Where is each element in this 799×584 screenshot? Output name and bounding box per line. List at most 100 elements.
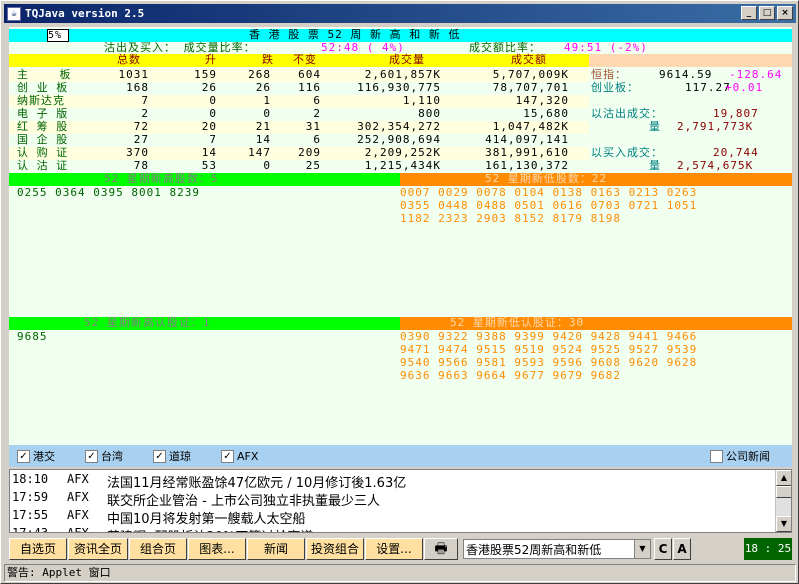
checkbox-box[interactable]: ✓ <box>221 449 234 463</box>
checkbox-box[interactable]: ✓ <box>85 449 98 463</box>
print-icon[interactable]: 🖶 <box>424 538 458 560</box>
news-scrollbar[interactable]: ▲ ▼ <box>775 470 791 532</box>
stats-row-name: 主 板 <box>17 68 72 81</box>
stats-row-name: 电 子 版 <box>17 107 69 120</box>
stats-cell-vol: 2,601,857K <box>364 68 441 81</box>
stats-cell-up: 26 <box>201 81 217 94</box>
a-button[interactable]: A <box>673 538 691 560</box>
clock: 18 : 25 <box>744 538 792 560</box>
toolbar-button-0[interactable]: 自选页 <box>9 538 67 560</box>
stats-cell-total: 7 <box>141 94 149 107</box>
stats-cell-amt: 15,680 <box>523 107 569 120</box>
minimize-button[interactable]: _ <box>741 6 757 20</box>
sell-vol-label: 量 <box>649 120 661 133</box>
news-headline: 联交所企业管治 - 上市公司独立非执董最少三人 <box>107 494 380 509</box>
toolbar-button-4[interactable]: 新闻 <box>247 538 305 560</box>
news-headline: 英建辉: 配股折让20%不算过於离谱 <box>107 526 313 532</box>
stats-cell-amt: 414,097,141 <box>485 133 569 146</box>
stats-cell-total: 370 <box>126 146 149 159</box>
stats-cell-down: 1 <box>263 94 271 107</box>
index-header-band <box>589 54 792 67</box>
scroll-up-icon[interactable]: ▲ <box>776 470 791 486</box>
page-select[interactable]: 香港股票52周新高和新低 ▼ <box>463 539 651 559</box>
hsi-value: 9614.59 <box>659 68 713 81</box>
code-line: 9636 9663 9664 9677 9679 9682 <box>400 369 622 382</box>
stats-cell-up: 0 <box>209 94 217 107</box>
code-line: 0355 0448 0488 0501 0616 0703 0721 1051 <box>400 199 698 212</box>
java-app-icon: ☕ <box>7 6 21 21</box>
chevron-down-icon[interactable]: ▼ <box>634 540 650 558</box>
news-item[interactable]: 17:59 AFX 联交所企业管治 - 上市公司独立非执董最少三人 <box>10 490 380 509</box>
stats-row-name: 纳斯达克 <box>17 94 65 107</box>
news-item[interactable]: 17:43 AFX 英建辉: 配股折让20%不算过於离谱 <box>10 526 313 533</box>
company-news-box[interactable] <box>710 449 723 463</box>
applet-window: ☕ TQJava version 2.5 _ □ × 5% 香 港 股 票 52… <box>0 0 799 584</box>
title-bar[interactable]: ☕ TQJava version 2.5 _ □ × <box>4 4 796 23</box>
toolbar-button-2[interactable]: 组合页 <box>129 538 187 560</box>
toolbar-button-6[interactable]: 设置... <box>365 538 423 560</box>
filter-checkbox-3[interactable]: ✓ AFX <box>221 448 258 464</box>
window-title: TQJava version 2.5 <box>25 7 145 20</box>
checkbox-box[interactable]: ✓ <box>17 449 30 463</box>
news-source: AFX <box>67 472 89 486</box>
status-bar: 警告: Applet 窗口 <box>4 564 796 582</box>
toolbar-button-3[interactable]: 图表... <box>188 538 246 560</box>
stats-cell-flat: 116 <box>298 81 321 94</box>
buy-label: 以买入成交： <box>591 146 663 159</box>
buy-vol-label: 量 <box>649 159 661 172</box>
toolbar-button-1[interactable]: 资讯全页 <box>68 538 128 560</box>
news-list: 18:10 AFX 法国11月经常账盈馀47亿欧元 / 10月修订後1.63亿 17:… <box>9 469 792 533</box>
filter-checkbox-0[interactable]: ✓ 港交 <box>17 448 55 464</box>
company-news-checkbox[interactable]: 公司新闻 <box>710 448 770 464</box>
news-headline: 法国11月经常账盈馀47亿欧元 / 10月修订後1.63亿 <box>107 476 407 491</box>
high-stocks-header: 52 星期新高股数：5 <box>9 173 400 186</box>
stats-cell-flat: 6 <box>313 94 321 107</box>
toolbar-button-5[interactable]: 投资组合 <box>306 538 364 560</box>
col-up: 升 <box>205 53 217 66</box>
stats-cell-amt: 1,047,482K <box>492 120 569 133</box>
filter-label: 道琼 <box>169 450 191 463</box>
stats-cell-flat: 2 <box>313 107 321 120</box>
code-line: 0390 9322 9388 9399 9420 9428 9441 9466 <box>400 330 698 343</box>
stats-row-name: 国 企 股 <box>17 133 69 146</box>
sell-label: 以沽出成交： <box>591 107 663 120</box>
stats-cell-amt: 147,320 <box>515 94 569 107</box>
code-line: 0255 0364 0395 8001 8239 <box>17 186 200 199</box>
checkbox-box[interactable]: ✓ <box>153 449 166 463</box>
close-button[interactable]: × <box>777 6 793 20</box>
code-line: 1182 2323 2903 8152 8179 8198 <box>400 212 622 225</box>
col-total: 总数 <box>117 53 141 66</box>
news-item[interactable]: 18:10 AFX 法国11月经常账盈馀47亿欧元 / 10月修订後1.63亿 <box>10 472 407 491</box>
maximize-button[interactable]: □ <box>759 6 775 20</box>
sell-volume: 2,791,773K <box>677 120 754 133</box>
code-line: 9685 <box>17 330 48 343</box>
stats-cell-down: 21 <box>255 120 271 133</box>
amount-ratio: 49:51 (-2%) <box>564 41 648 54</box>
col-flat: 不变 <box>293 53 317 66</box>
sell-count: 19,807 <box>713 107 759 120</box>
news-time: 17:59 <box>12 490 49 504</box>
news-source: AFX <box>67 526 89 533</box>
gem-value: 117.27 <box>685 81 731 94</box>
low-stocks-header: 52 星期新低股数：22 <box>400 173 792 186</box>
news-time: 17:43 <box>12 526 49 533</box>
filter-checkbox-1[interactable]: ✓ 台湾 <box>85 448 123 464</box>
stats-cell-flat: 604 <box>298 68 321 81</box>
scroll-thumb[interactable] <box>776 486 791 498</box>
stats-cell-vol: 2,209,252K <box>364 146 441 159</box>
news-item[interactable]: 17:55 AFX 中国10月将发射第一艘载人太空船 <box>10 508 306 527</box>
stats-cell-total: 72 <box>133 120 149 133</box>
scroll-down-icon[interactable]: ▼ <box>776 516 791 532</box>
stats-row-name: 认 沽 证 <box>17 159 69 172</box>
threshold-input[interactable]: 5% <box>47 29 69 42</box>
filter-checkbox-2[interactable]: ✓ 道琼 <box>153 448 191 464</box>
stats-cell-total: 168 <box>126 81 149 94</box>
stats-cell-up: 20 <box>201 120 217 133</box>
c-button[interactable]: C <box>654 538 672 560</box>
filter-label: 港交 <box>33 450 55 463</box>
col-down: 跌 <box>262 53 274 66</box>
main-panel: 5% 香 港 股 票 52 周 新 高 和 新 低 沽出及买入： 成交量比率： … <box>9 27 792 445</box>
stats-cell-down: 147 <box>248 146 271 159</box>
news-source: AFX <box>67 508 89 522</box>
stats-row-name: 红 筹 股 <box>17 120 69 133</box>
